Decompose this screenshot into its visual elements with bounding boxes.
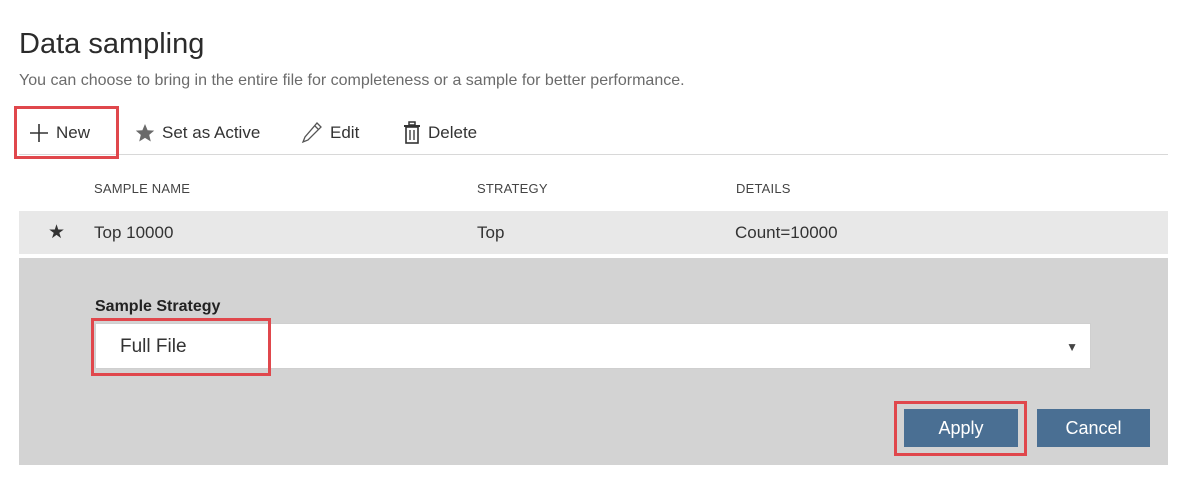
delete-label: Delete: [428, 123, 478, 142]
sample-strategy-value: Full File: [120, 336, 187, 357]
column-header-strategy: STRATEGY: [477, 181, 548, 196]
details-cell: Count=10000: [735, 222, 838, 242]
delete-button[interactable]: Delete: [403, 112, 477, 154]
sample-strategy-select[interactable]: Full File ▼: [95, 323, 1091, 369]
pencil-icon: [301, 122, 322, 144]
sample-name-cell: Top 10000: [94, 222, 174, 242]
new-button[interactable]: New: [29, 112, 90, 154]
sample-strategy-label: Sample Strategy: [95, 298, 221, 315]
page-subtitle: You can choose to bring in the entire fi…: [19, 72, 685, 89]
apply-button[interactable]: Apply: [904, 409, 1018, 447]
active-star-icon: ★: [48, 222, 66, 243]
edit-label: Edit: [330, 123, 360, 142]
cancel-button[interactable]: Cancel: [1037, 409, 1150, 447]
star-icon: [135, 124, 155, 142]
trash-icon: [404, 121, 420, 144]
chevron-down-icon: ▼: [1066, 340, 1078, 354]
set-as-active-label: Set as Active: [162, 123, 261, 142]
page-title: Data sampling: [19, 28, 205, 60]
set-as-active-button[interactable]: Set as Active: [135, 112, 260, 154]
column-header-sample-name: SAMPLE NAME: [94, 181, 191, 196]
toolbar: New Set as Active Edit Delete: [19, 112, 1168, 155]
edit-button[interactable]: Edit: [301, 112, 359, 154]
plus-icon: [30, 124, 48, 142]
strategy-cell: Top: [477, 222, 505, 242]
table-row[interactable]: ★ Top 10000 Top Count=10000: [19, 211, 1168, 254]
column-header-details: DETAILS: [736, 181, 791, 196]
new-button-label: New: [56, 123, 91, 142]
